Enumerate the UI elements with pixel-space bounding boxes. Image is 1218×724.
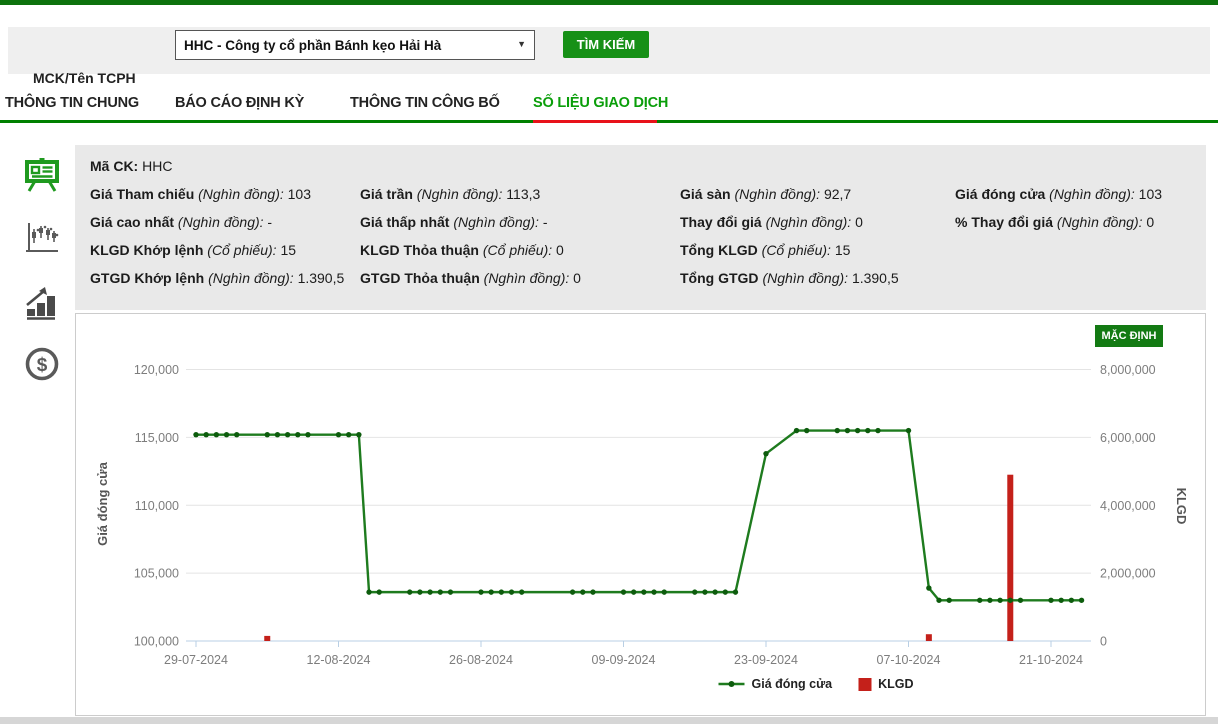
- info-field: Thay đổi giá (Nghìn đồng): 0: [680, 214, 863, 230]
- tab-bao-cao-dinh-ky[interactable]: BÁO CÁO ĐỊNH KỲ: [175, 95, 304, 111]
- bar-chart-icon: [24, 284, 60, 320]
- info-field: Giá đóng cửa (Nghìn đồng): 103: [955, 186, 1162, 202]
- info-field: Giá thấp nhất (Nghìn đồng): -: [360, 214, 548, 230]
- legend-label: Giá đóng cửa: [751, 677, 832, 691]
- info-field: KLGD Thỏa thuận (Cổ phiếu): 0: [360, 242, 564, 258]
- svg-text:6,000,000: 6,000,000: [1100, 431, 1156, 445]
- svg-text:21-10-2024: 21-10-2024: [1019, 653, 1083, 667]
- info-field: Giá sàn (Nghìn đồng): 92,7: [680, 186, 851, 202]
- svg-text:26-08-2024: 26-08-2024: [449, 653, 513, 667]
- svg-text:4,000,000: 4,000,000: [1100, 499, 1156, 513]
- tab-so-lieu-giao-dich[interactable]: SỐ LIỆU GIAO DỊCH: [533, 95, 668, 111]
- company-select[interactable]: HHC - Công ty cổ phần Bánh kẹo Hải Hà: [175, 30, 535, 60]
- active-tab-underline: [533, 120, 657, 123]
- candlestick-chart-icon: [24, 221, 60, 257]
- money-icon: $: [24, 346, 60, 382]
- line-series-marker-icon: [718, 679, 744, 689]
- info-field: Giá cao nhất (Nghìn đồng): -: [90, 214, 272, 230]
- info-field: Giá trần (Nghìn đồng): 113,3: [360, 186, 540, 202]
- svg-text:2,000,000: 2,000,000: [1100, 567, 1156, 581]
- svg-text:0: 0: [1100, 635, 1107, 649]
- info-field: Tổng GTGD (Nghìn đồng): 1.390,5: [680, 270, 899, 286]
- svg-text:8,000,000: 8,000,000: [1100, 363, 1156, 377]
- bar-series-marker-icon: [858, 678, 871, 691]
- company-select-wrap: HHC - Công ty cổ phần Bánh kẹo Hải Hà ▼: [175, 30, 535, 60]
- page-top-green-border: [0, 0, 1218, 5]
- stock-exchange-page: { "colors": { "accent_green": "#169016",…: [0, 0, 1218, 724]
- svg-text:$: $: [37, 355, 48, 376]
- ticker-search-label: MCK/Tên TCPH: [33, 70, 136, 86]
- svg-text:105,000: 105,000: [134, 567, 179, 581]
- svg-text:29-07-2024: 29-07-2024: [164, 653, 228, 667]
- legend-item-klgd[interactable]: KLGD: [858, 677, 913, 691]
- svg-text:07-10-2024: 07-10-2024: [877, 653, 941, 667]
- info-field: GTGD Khớp lệnh (Nghìn đồng): 1.390,5: [90, 270, 344, 286]
- tab-bar: THÔNG TIN CHUNG BÁO CÁO ĐỊNH KỲ THÔNG TI…: [0, 88, 1218, 123]
- sidebar-item-price[interactable]: $: [24, 346, 60, 382]
- search-button[interactable]: TÌM KIẾM: [563, 31, 649, 58]
- presentation-chart-icon: [24, 157, 60, 193]
- svg-text:Giá đóng cửa: Giá đóng cửa: [95, 461, 110, 546]
- info-field: Giá Tham chiếu (Nghìn đồng): 103: [90, 186, 311, 202]
- tab-thong-tin-chung[interactable]: THÔNG TIN CHUNG: [5, 95, 139, 111]
- svg-text:110,000: 110,000: [135, 499, 179, 513]
- bottom-gray-strip: [0, 717, 1218, 724]
- svg-text:09-09-2024: 09-09-2024: [592, 653, 656, 667]
- info-field: Tổng KLGD (Cổ phiếu): 15: [680, 242, 850, 258]
- info-field: KLGD Khớp lệnh (Cổ phiếu): 15: [90, 242, 296, 258]
- svg-text:100,000: 100,000: [134, 635, 179, 649]
- sidebar-item-candlestick[interactable]: [24, 221, 60, 257]
- legend-label: KLGD: [878, 677, 913, 691]
- sidebar-item-volume-chart[interactable]: [24, 284, 60, 320]
- chart-legend: Giá đóng cửa KLGD: [718, 677, 913, 691]
- svg-text:115,000: 115,000: [135, 431, 179, 445]
- info-field: GTGD Thỏa thuận (Nghìn đồng): 0: [360, 270, 581, 286]
- sidebar-item-overview[interactable]: [24, 157, 60, 193]
- price-volume-chart: 100,000 0 105,000 2,000,000 110,000 4,000,000…: [76, 314, 1207, 717]
- svg-text:120,000: 120,000: [134, 363, 179, 377]
- svg-text:KLGD: KLGD: [1174, 488, 1189, 525]
- legend-item-gia-dong-cua[interactable]: Giá đóng cửa: [718, 677, 832, 691]
- chart-panel: MẶC ĐỊNH 100,0000105,0002,000,000110,000…: [75, 313, 1206, 716]
- info-field: Mã CK: HHC: [90, 158, 172, 174]
- svg-text:23-09-2024: 23-09-2024: [734, 653, 798, 667]
- stock-info-panel: Mã CK: HHC Giá Tham chiếu (Nghìn đồng): 1…: [75, 145, 1206, 310]
- svg-text:12-08-2024: 12-08-2024: [307, 653, 371, 667]
- info-field: % Thay đổi giá (Nghìn đồng): 0: [955, 214, 1154, 230]
- tab-thong-tin-cong-bo[interactable]: THÔNG TIN CÔNG BỐ: [350, 95, 500, 111]
